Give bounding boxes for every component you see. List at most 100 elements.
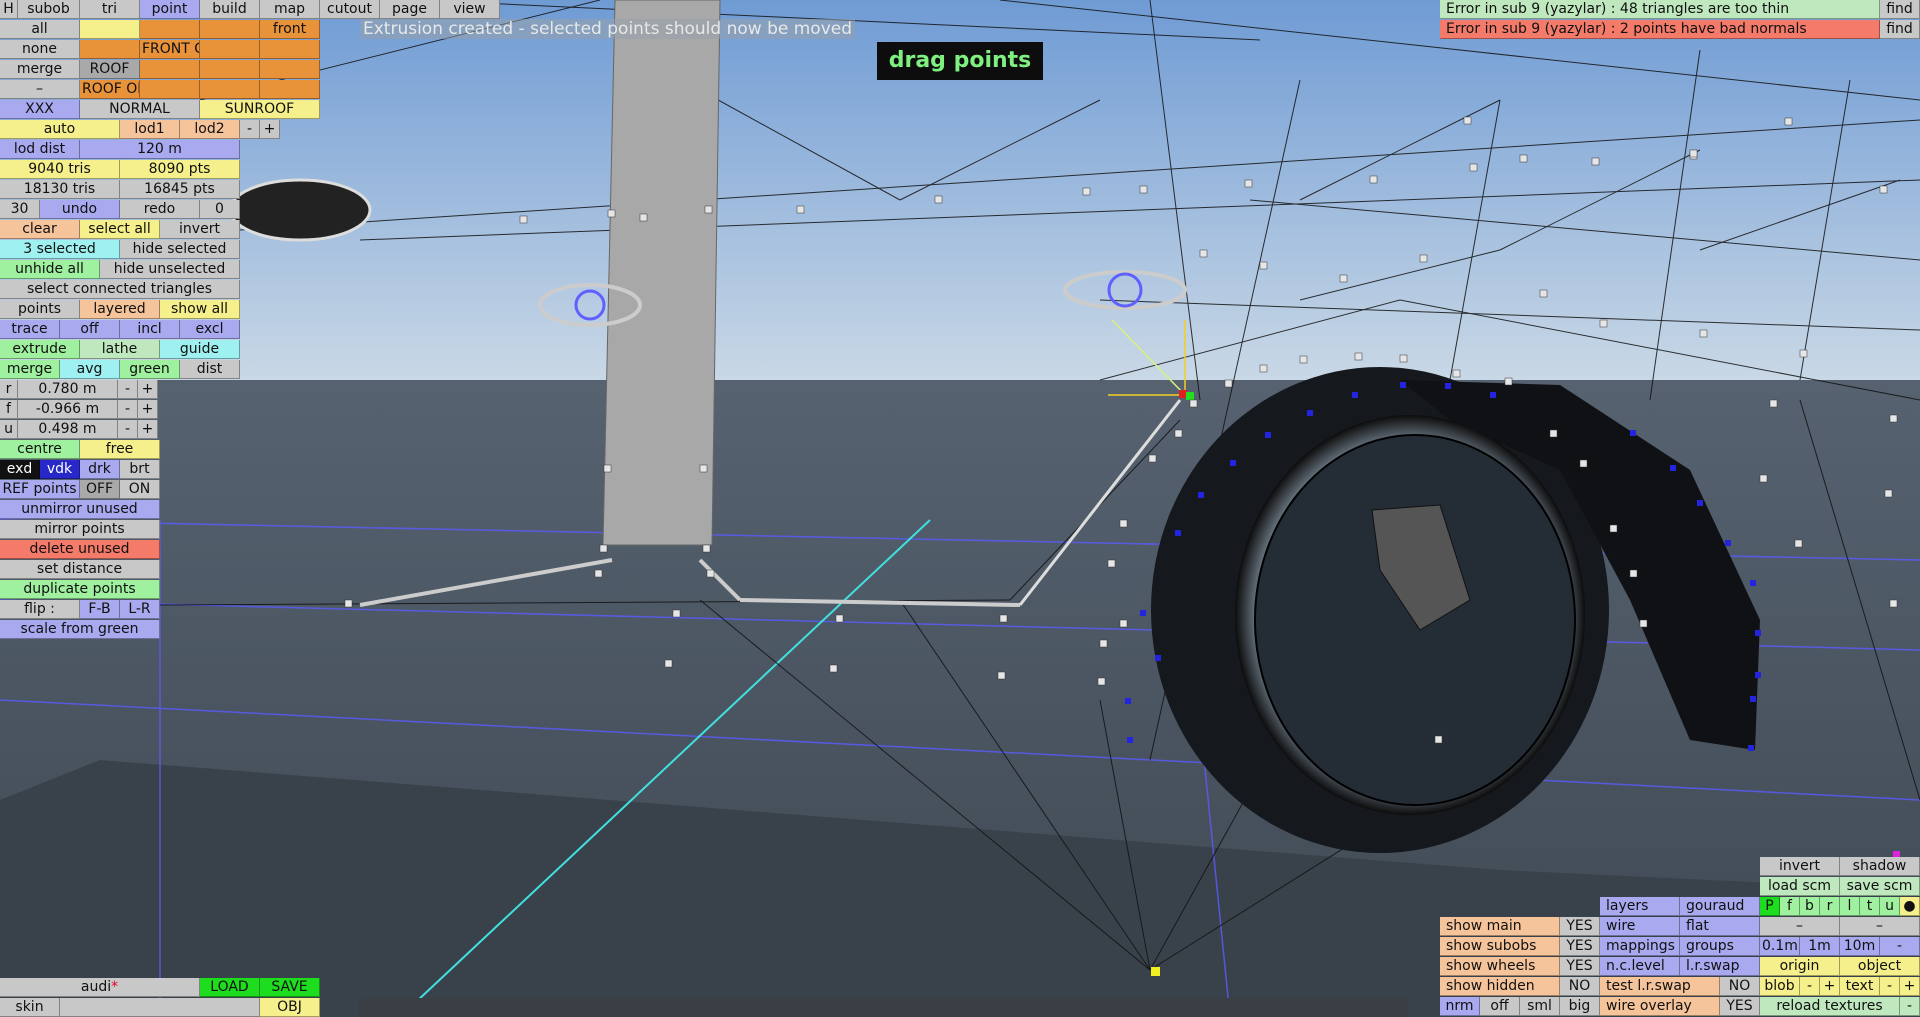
dist-button[interactable]: dist — [180, 360, 240, 379]
group-cell[interactable] — [200, 80, 260, 99]
lod-plus[interactable]: + — [260, 120, 280, 139]
ref-points-on[interactable]: ON — [120, 480, 160, 499]
step-10m[interactable]: 10m — [1840, 937, 1880, 956]
yellow-point[interactable] — [1151, 967, 1160, 976]
layer-r[interactable]: r — [1820, 897, 1840, 916]
show-main-value[interactable]: YES — [1560, 917, 1600, 936]
blob-minus[interactable]: - — [1800, 977, 1820, 996]
blob-plus[interactable]: + — [1820, 977, 1840, 996]
trace-off[interactable]: off — [60, 320, 120, 339]
ref-points-off[interactable]: OFF — [80, 480, 120, 499]
object-button[interactable]: object — [1840, 957, 1920, 976]
group-roof-op[interactable]: ROOF OP — [80, 80, 140, 99]
obj-button[interactable]: OBJ — [260, 998, 320, 1017]
selected-point-green[interactable] — [1186, 392, 1194, 400]
shade-drk[interactable]: drk — [80, 460, 120, 479]
duplicate-points-button[interactable]: duplicate points — [0, 580, 160, 599]
group-front[interactable]: front — [260, 20, 320, 39]
groups-button[interactable]: groups — [1680, 937, 1760, 956]
group-cell[interactable] — [140, 20, 200, 39]
menu-subob[interactable]: subob — [18, 0, 80, 19]
group-cell[interactable] — [260, 80, 320, 99]
flip-lr-button[interactable]: L-R — [120, 600, 160, 619]
group-cell[interactable] — [200, 60, 260, 79]
selected-point-red[interactable] — [1179, 390, 1187, 398]
load-button[interactable]: LOAD — [200, 978, 260, 997]
3d-viewport[interactable] — [0, 0, 1920, 1017]
layers-button[interactable]: layers — [1600, 897, 1680, 916]
coord-r-value[interactable]: 0.780 m — [18, 380, 118, 399]
coord-f-plus[interactable]: + — [138, 400, 158, 419]
merge-groups[interactable]: merge — [0, 60, 80, 79]
guide-button[interactable]: guide — [160, 340, 240, 359]
lathe-button[interactable]: lathe — [80, 340, 160, 359]
text-plus[interactable]: + — [1900, 977, 1920, 996]
group-front-g[interactable]: FRONT G — [140, 40, 200, 59]
group-cell[interactable] — [140, 60, 200, 79]
coord-u-plus[interactable]: + — [138, 420, 158, 439]
select-all-button[interactable]: select all — [80, 220, 160, 239]
invert-view-button[interactable]: invert — [1760, 857, 1840, 876]
group-cell[interactable] — [260, 40, 320, 59]
blob-button[interactable]: blob — [1760, 977, 1800, 996]
coord-f-minus[interactable]: - — [118, 400, 138, 419]
layer-l[interactable]: l — [1840, 897, 1860, 916]
variant-normal[interactable]: NORMAL — [80, 100, 200, 119]
group-cell[interactable] — [140, 80, 200, 99]
step-0-1m[interactable]: 0.1m — [1760, 937, 1800, 956]
trace-button[interactable]: trace — [0, 320, 60, 339]
menu-view[interactable]: view — [440, 0, 500, 19]
layer-dot-icon[interactable]: ● — [1900, 897, 1920, 916]
unmirror-unused-button[interactable]: unmirror unused — [0, 500, 160, 519]
coord-f-value[interactable]: -0.966 m — [18, 400, 118, 419]
flip-fb-button[interactable]: F-B — [80, 600, 120, 619]
step-minus[interactable]: - — [1880, 937, 1920, 956]
group-cell[interactable] — [260, 60, 320, 79]
menu-build[interactable]: build — [200, 0, 260, 19]
invert-button[interactable]: invert — [160, 220, 240, 239]
text-minus[interactable]: - — [1880, 977, 1900, 996]
undo-button[interactable]: undo — [40, 200, 120, 219]
lod1-button[interactable]: lod1 — [120, 120, 180, 139]
coord-u-value[interactable]: 0.498 m — [18, 420, 118, 439]
menu-tri[interactable]: tri — [80, 0, 140, 19]
sml-button[interactable]: sml — [1520, 997, 1560, 1016]
test-lr-swap-value[interactable]: NO — [1720, 977, 1760, 996]
group-cell[interactable] — [80, 40, 140, 59]
trace-excl[interactable]: excl — [180, 320, 240, 339]
layer-p[interactable]: P — [1760, 897, 1780, 916]
redo-button[interactable]: redo — [120, 200, 200, 219]
show-wheels-value[interactable]: YES — [1560, 957, 1600, 976]
points-view-button[interactable]: points — [0, 300, 80, 319]
save-button[interactable]: SAVE — [260, 978, 320, 997]
shade-exd[interactable]: exd — [0, 460, 40, 479]
free-button[interactable]: free — [80, 440, 160, 459]
menu-page[interactable]: page — [380, 0, 440, 19]
green-button[interactable]: green — [120, 360, 180, 379]
set-distance-button[interactable]: set distance — [0, 560, 160, 579]
extrude-button[interactable]: extrude — [0, 340, 80, 359]
variant-sunroof[interactable]: SUNROOF — [200, 100, 320, 119]
layer-f[interactable]: f — [1780, 897, 1800, 916]
shade-vdk[interactable]: vdk — [40, 460, 80, 479]
group-cell[interactable] — [80, 20, 140, 39]
lod-dist-value[interactable]: 120 m — [80, 140, 240, 159]
test-lr-swap-button[interactable]: test l.r.swap — [1600, 977, 1720, 996]
show-all-button[interactable]: show all — [160, 300, 240, 319]
wire-button[interactable]: wire — [1600, 917, 1680, 936]
lod-minus[interactable]: - — [240, 120, 260, 139]
nc-level-button[interactable]: n.c.level — [1600, 957, 1680, 976]
select-all-groups[interactable]: all — [0, 20, 80, 39]
scale-from-green-button[interactable]: scale from green — [0, 620, 160, 639]
mappings-button[interactable]: mappings — [1600, 937, 1680, 956]
text-button[interactable]: text — [1840, 977, 1880, 996]
file-name[interactable]: audi* — [0, 978, 200, 997]
group-cell[interactable] — [200, 20, 260, 39]
trace-incl[interactable]: incl — [120, 320, 180, 339]
find-error-button[interactable]: find — [1880, 20, 1920, 39]
centre-button[interactable]: centre — [0, 440, 80, 459]
layer-b[interactable]: b — [1800, 897, 1820, 916]
menu-cutout[interactable]: cutout — [320, 0, 380, 19]
shade-brt[interactable]: brt — [120, 460, 160, 479]
big-button[interactable]: big — [1560, 997, 1600, 1016]
